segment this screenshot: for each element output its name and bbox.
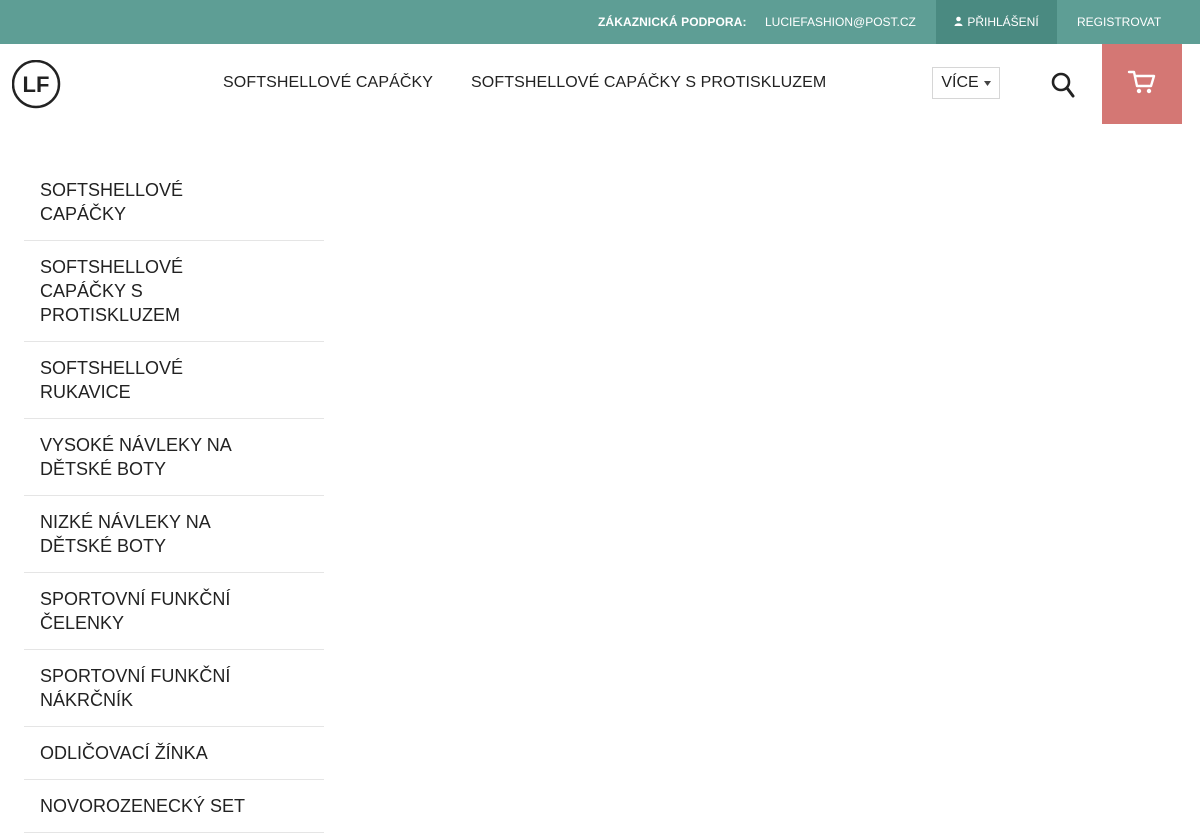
sidebar-item-softshell-capacky-protiskluz[interactable]: SOFTSHELLOVÉ CAPÁČKY S PROTISKLUZEM: [24, 241, 324, 342]
sidebar-item-label: ODLIČOVACÍ ŽÍNKA: [40, 743, 208, 763]
nav-softshell-capacky-protiskluz[interactable]: SOFTSHELLOVÉ CAPÁČKY S PROTISKLUZEM: [471, 74, 826, 92]
sidebar-item-sportovni-celenky[interactable]: SPORTOVNÍ FUNKČNÍ ČELENKY: [24, 573, 324, 650]
sidebar-item-softshell-capacky[interactable]: SOFTSHELLOVÉ CAPÁČKY: [24, 172, 324, 241]
sidebar-item-label: SOFTSHELLOVÉ CAPÁČKY: [40, 180, 184, 224]
sidebar-item-label: NIZKÉ NÁVLEKY NA DĚTSKÉ BOTY: [40, 512, 210, 556]
login-button[interactable]: PŘIHLÁŠENÍ: [936, 0, 1057, 44]
sidebar-item-nizke-navleky[interactable]: NIZKÉ NÁVLEKY NA DĚTSKÉ BOTY: [24, 496, 324, 573]
nav-softshell-capacky[interactable]: SOFTSHELLOVÉ CAPÁČKY: [223, 74, 433, 92]
sidebar-item-novorozenecky-set[interactable]: NOVOROZENECKÝ SET: [24, 780, 324, 833]
more-label: VÍCE: [941, 74, 979, 91]
sidebar-item-sportovni-nakrcnik[interactable]: SPORTOVNÍ FUNKČNÍ NÁKRČNÍK: [24, 650, 324, 727]
site-logo[interactable]: LF: [11, 59, 61, 109]
sidebar-item-label: SPORTOVNÍ FUNKČNÍ ČELENKY: [40, 589, 231, 633]
sidebar-item-label: SOFTSHELLOVÉ CAPÁČKY S PROTISKLUZEM: [40, 257, 184, 325]
top-bar: ZÁKAZNICKÁ PODPORA: LUCIEFASHION@POST.CZ…: [0, 0, 1200, 44]
sidebar-item-vysoke-navleky[interactable]: VYSOKÉ NÁVLEKY NA DĚTSKÉ BOTY: [24, 419, 324, 496]
support-label: ZÁKAZNICKÁ PODPORA:: [598, 15, 747, 29]
register-link[interactable]: REGISTROVAT: [1077, 15, 1161, 29]
chevron-down-icon: [983, 79, 991, 88]
login-label: PŘIHLÁŠENÍ: [967, 15, 1039, 29]
sidebar-item-softshell-rukavice[interactable]: SOFTSHELLOVÉ RUKAVICE: [24, 342, 324, 419]
logo-text: LF: [23, 72, 50, 97]
cart-button[interactable]: [1102, 44, 1182, 124]
more-menu-button[interactable]: VÍCE: [932, 67, 1000, 99]
search-icon[interactable]: [1050, 70, 1076, 100]
sidebar-item-label: SPORTOVNÍ FUNKČNÍ NÁKRČNÍK: [40, 666, 231, 710]
sidebar-item-odlicovaci-zinka[interactable]: ODLIČOVACÍ ŽÍNKA: [24, 727, 324, 780]
sidebar-item-label: VYSOKÉ NÁVLEKY NA DĚTSKÉ BOTY: [40, 435, 231, 479]
user-icon: [954, 16, 963, 28]
sidebar-item-label: SOFTSHELLOVÉ RUKAVICE: [40, 358, 184, 402]
cart-icon: [1127, 68, 1157, 101]
support-email-link[interactable]: LUCIEFASHION@POST.CZ: [765, 15, 916, 29]
category-sidebar: SOFTSHELLOVÉ CAPÁČKY SOFTSHELLOVÉ CAPÁČK…: [24, 172, 324, 833]
sidebar-item-label: NOVOROZENECKÝ SET: [40, 796, 246, 816]
